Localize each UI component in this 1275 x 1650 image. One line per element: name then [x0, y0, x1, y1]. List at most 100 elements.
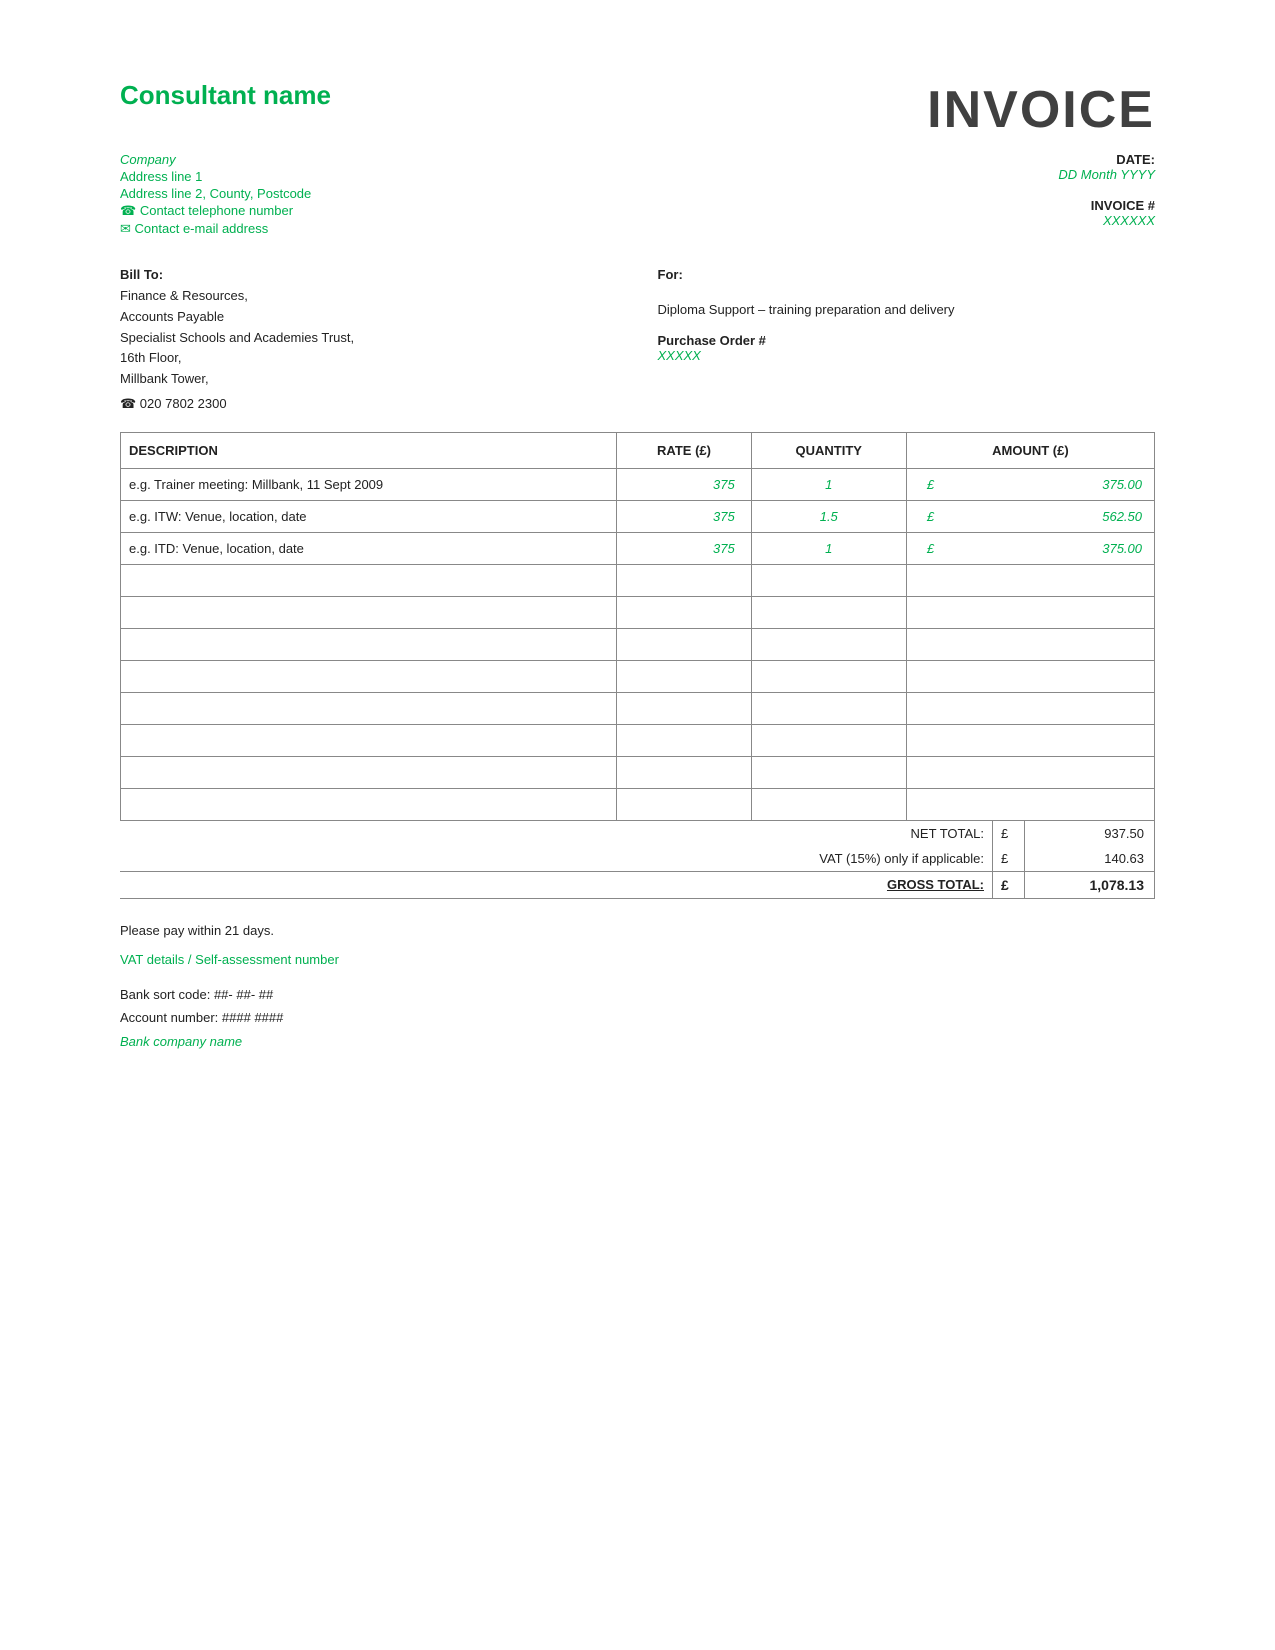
empty-amt [906, 660, 1154, 692]
bank-details: Bank sort code: ##- ##- ## Account numbe… [120, 983, 1155, 1053]
vat-total-row: VAT (15%) only if applicable: £ 140.63 [120, 846, 1155, 872]
totals-table: NET TOTAL: £ 937.50 VAT (15%) only if ap… [120, 821, 1155, 899]
empty-amt [906, 788, 1154, 820]
amount-currency-icon: £ [915, 509, 934, 524]
vat-amount: 140.63 [1025, 846, 1155, 872]
empty-qty [751, 660, 906, 692]
table-row: e.g. ITW: Venue, location, date 375 1.5 … [121, 500, 1155, 532]
bill-line-3: Specialist Schools and Academies Trust, [120, 328, 618, 349]
empty-table-row [121, 692, 1155, 724]
company-info: Company Address line 1 Address line 2, C… [120, 152, 311, 237]
invoice-number-block: INVOICE # XXXXXX [1058, 198, 1155, 228]
account-label: Account number: [120, 1010, 218, 1025]
row-description: e.g. ITW: Venue, location, date [121, 500, 617, 532]
bill-for-section: Bill To: Finance & Resources, Accounts P… [120, 267, 1155, 412]
row-rate: 375 [617, 532, 751, 564]
empty-desc [121, 692, 617, 724]
bill-phone: ☎ 020 7802 2300 [120, 396, 618, 412]
company-name: Company [120, 152, 311, 167]
row-amount: £562.50 [906, 500, 1154, 532]
table-header-row: DESCRIPTION RATE (£) QUANTITY AMOUNT (£) [121, 432, 1155, 468]
empty-table-row [121, 724, 1155, 756]
empty-desc [121, 628, 617, 660]
net-amount: 937.50 [1025, 821, 1155, 846]
bill-to-block: Bill To: Finance & Resources, Accounts P… [120, 267, 618, 412]
empty-rate [617, 628, 751, 660]
for-label: For: [658, 267, 1156, 282]
bank-company-name: Bank company name [120, 1030, 1155, 1053]
empty-desc [121, 660, 617, 692]
account-value: #### #### [222, 1010, 283, 1025]
header-amount: AMOUNT (£) [906, 432, 1154, 468]
bill-line-4: 16th Floor, [120, 348, 618, 369]
gross-total-label: GROSS TOTAL: [120, 871, 993, 898]
date-value: DD Month YYYY [1058, 167, 1155, 182]
empty-amt [906, 756, 1154, 788]
empty-rate [617, 596, 751, 628]
invoice-num-label: INVOICE # [1058, 198, 1155, 213]
company-date-section: Company Address line 1 Address line 2, C… [120, 152, 1155, 237]
email-address: Contact e-mail address [135, 221, 269, 236]
invoice-title: INVOICE [927, 80, 1155, 140]
net-total-row: NET TOTAL: £ 937.50 [120, 821, 1155, 846]
empty-table-row [121, 788, 1155, 820]
empty-table-row [121, 660, 1155, 692]
empty-amt [906, 724, 1154, 756]
pay-notice: Please pay within 21 days. [120, 923, 1155, 938]
date-invoice-section: DATE: DD Month YYYY INVOICE # XXXXXX [1058, 152, 1155, 237]
bill-to-label: Bill To: [120, 267, 618, 282]
bill-to-details: Finance & Resources, Accounts Payable Sp… [120, 286, 618, 390]
address-line1: Address line 1 [120, 169, 311, 184]
invoice-table: DESCRIPTION RATE (£) QUANTITY AMOUNT (£)… [120, 432, 1155, 821]
empty-rate [617, 660, 751, 692]
invoice-num-value: XXXXXX [1058, 213, 1155, 228]
empty-table-row [121, 596, 1155, 628]
row-amount: £375.00 [906, 532, 1154, 564]
empty-qty [751, 724, 906, 756]
footer: Please pay within 21 days. VAT details /… [120, 923, 1155, 1053]
telephone-line: ☎ Contact telephone number [120, 203, 311, 219]
purchase-order-label: Purchase Order # [658, 333, 1156, 348]
vat-total-label: VAT (15%) only if applicable: [120, 846, 993, 872]
empty-desc [121, 564, 617, 596]
bill-line-5: Millbank Tower, [120, 369, 618, 390]
empty-desc [121, 596, 617, 628]
row-amount: £375.00 [906, 468, 1154, 500]
row-quantity: 1.5 [751, 500, 906, 532]
row-description: e.g. Trainer meeting: Millbank, 11 Sept … [121, 468, 617, 500]
gross-total-row: GROSS TOTAL: £ 1,078.13 [120, 871, 1155, 898]
net-currency: £ [993, 821, 1025, 846]
empty-table-row [121, 756, 1155, 788]
header-rate: RATE (£) [617, 432, 751, 468]
phone-icon: ☎ [120, 203, 136, 218]
table-row: e.g. Trainer meeting: Millbank, 11 Sept … [121, 468, 1155, 500]
empty-amt [906, 692, 1154, 724]
purchase-order-value: XXXXX [658, 348, 1156, 363]
page-header: Consultant name INVOICE [120, 80, 1155, 140]
header-quantity: QUANTITY [751, 432, 906, 468]
empty-amt [906, 628, 1154, 660]
empty-qty [751, 628, 906, 660]
row-rate: 375 [617, 500, 751, 532]
amount-currency-icon: £ [915, 477, 934, 492]
empty-rate [617, 756, 751, 788]
empty-table-row [121, 628, 1155, 660]
row-description: e.g. ITD: Venue, location, date [121, 532, 617, 564]
empty-rate [617, 692, 751, 724]
bank-sort-label: Bank sort code: [120, 987, 210, 1002]
empty-desc [121, 756, 617, 788]
empty-desc [121, 788, 617, 820]
bill-line-2: Accounts Payable [120, 307, 618, 328]
telephone-number: Contact telephone number [140, 203, 293, 218]
empty-amt [906, 564, 1154, 596]
vat-details: VAT details / Self-assessment number [120, 952, 1155, 967]
vat-currency: £ [993, 846, 1025, 872]
empty-qty [751, 788, 906, 820]
row-rate: 375 [617, 468, 751, 500]
email-line: ✉ Contact e-mail address [120, 221, 311, 237]
gross-currency: £ [993, 871, 1025, 898]
empty-qty [751, 564, 906, 596]
net-total-label: NET TOTAL: [120, 821, 993, 846]
gross-amount: 1,078.13 [1025, 871, 1155, 898]
empty-desc [121, 724, 617, 756]
